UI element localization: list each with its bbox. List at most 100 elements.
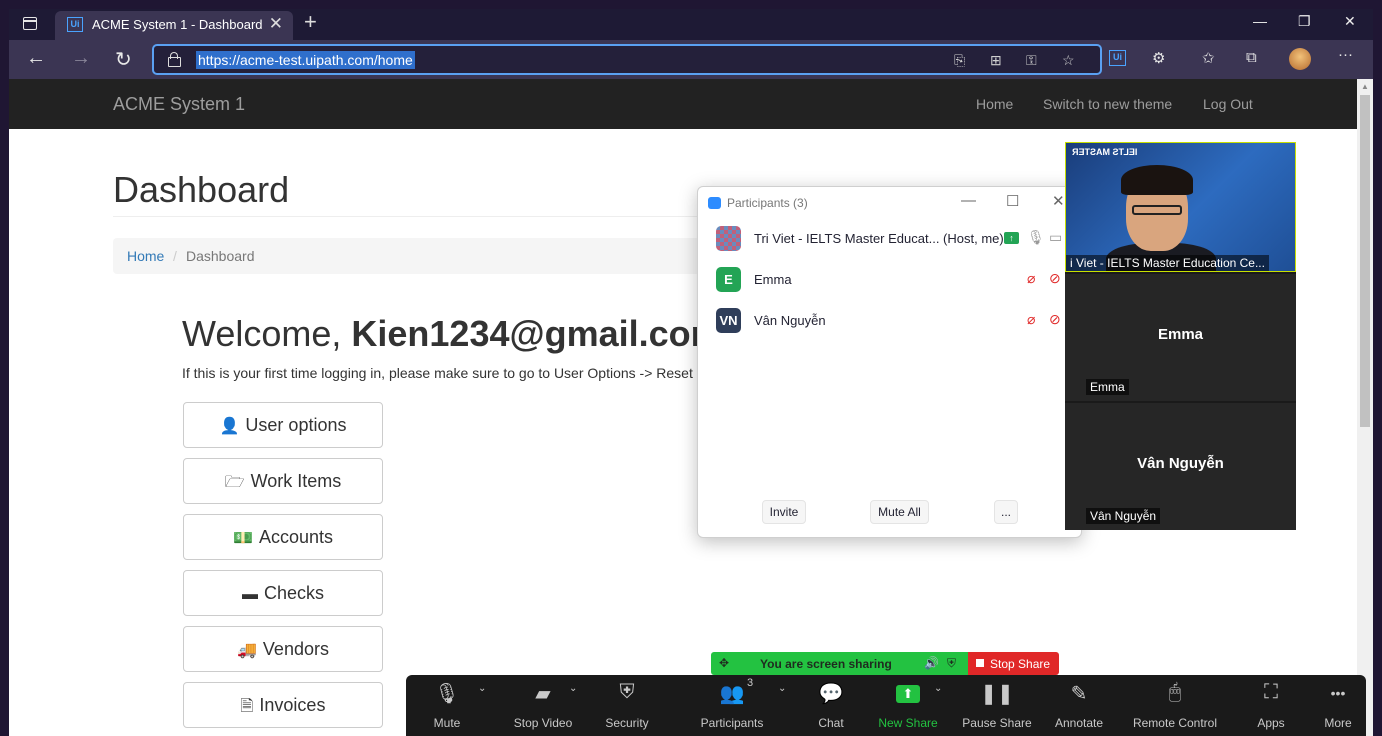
favorites-icon[interactable]: ✩ (1202, 49, 1215, 67)
mute-all-button[interactable]: Mute All (870, 500, 929, 524)
chevron-down-icon[interactable]: ⌄ (569, 683, 577, 694)
screen-sharing-banner[interactable]: ✥ You are screen sharing 🔊 ⛨ (711, 652, 968, 675)
video-off-icon[interactable]: ⊘ (1049, 311, 1061, 328)
checks-button[interactable]: ▬ Checks (183, 570, 383, 616)
site-brand[interactable]: ACME System 1 (113, 94, 245, 115)
participants-icon: 👥 (719, 683, 745, 705)
more-button[interactable]: ••• More (1313, 675, 1363, 736)
video-off-icon[interactable]: ⊘ (1049, 270, 1061, 287)
menu-label: Checks (263, 583, 325, 603)
remote-control-button[interactable]: 🖱 Remote Control (1120, 675, 1230, 736)
microphone-icon[interactable]: 🎙 (1027, 229, 1045, 246)
vendors-button[interactable]: 🚚 Vendors (183, 626, 383, 672)
mouse-icon: 🖱 (1169, 681, 1181, 703)
user-icon: 👤 (219, 418, 240, 435)
nav-switch-theme-link[interactable]: Switch to new theme (1043, 96, 1172, 112)
participant-name: Tri Viet - IELTS Master Educat... (Host,… (754, 231, 1004, 246)
zoom-toolbar: 🎙 Mute ⌄ ▰ Stop Video ⌄ ⛨ Security 👥 3 P… (406, 675, 1366, 736)
microphone-muted-icon[interactable]: ⌀ (1027, 270, 1035, 287)
video-tile[interactable]: Vân Nguyễn Vân Nguyễn (1065, 403, 1296, 530)
key-icon[interactable]: ⚿ (1026, 52, 1037, 69)
video-person-hair (1121, 165, 1193, 195)
nav-home-link[interactable]: Home (976, 96, 1013, 112)
restore-icon[interactable]: ❐ (1298, 13, 1311, 30)
pause-share-button[interactable]: ❚❚ Pause Share (951, 675, 1043, 736)
page-scrollbar[interactable]: ▲ (1357, 79, 1373, 736)
scrollbar-thumb[interactable] (1360, 95, 1370, 427)
back-icon[interactable]: ← (26, 47, 46, 70)
security-button[interactable]: ⛨ Security (590, 675, 664, 736)
breadcrumb-home-link[interactable]: Home (127, 248, 164, 264)
apps-button[interactable]: ⛶ Apps (1241, 675, 1301, 736)
chevron-down-icon[interactable]: ⌄ (934, 683, 942, 694)
work-items-button[interactable]: 🗁 Work Items (183, 458, 383, 504)
close-icon[interactable]: ✕ (1052, 192, 1065, 210)
annotate-button[interactable]: ✎ Annotate (1041, 675, 1117, 736)
chevron-down-icon[interactable]: ⌄ (478, 683, 486, 694)
extensions-icon[interactable]: ⚙ (1152, 49, 1165, 67)
url-text[interactable]: https://acme-test.uipath.com/home (196, 51, 415, 69)
pause-icon: ❚❚ (980, 683, 1014, 705)
maximize-icon[interactable]: ☐ (1006, 192, 1019, 210)
stop-share-button[interactable]: Stop Share (968, 652, 1059, 675)
more-options-button[interactable]: ... (994, 500, 1018, 524)
participant-row[interactable]: VN Vân Nguyễn ⌀ ⊘ (698, 304, 1083, 338)
read-aloud-icon[interactable]: ⎘ (954, 52, 965, 69)
accounts-button[interactable]: 💵 Accounts (183, 514, 383, 560)
welcome-user: Kien1234@gmail.com (351, 313, 723, 354)
shield-check-icon: ⛨ (947, 656, 957, 670)
uipath-extension-icon[interactable]: Ui (1109, 50, 1126, 66)
self-video-tile[interactable]: IELTS MASTER i Viet - IELTS Master Educa… (1065, 142, 1296, 272)
forward-icon[interactable]: → (71, 47, 91, 70)
credit-card-icon: ▬ (241, 586, 258, 603)
scroll-up-icon[interactable]: ▲ (1361, 82, 1369, 91)
truck-icon: 🚚 (237, 642, 257, 659)
apps-icon: ⛶ (1264, 681, 1278, 703)
drag-handle-icon[interactable]: ✥ (719, 656, 729, 670)
profile-avatar[interactable] (1289, 48, 1311, 70)
video-tile[interactable]: Emma Emma (1065, 274, 1296, 401)
microphone-muted-icon[interactable]: ⌀ (1027, 311, 1035, 328)
minimize-icon[interactable]: — (961, 192, 976, 209)
participant-row[interactable]: Tri Viet - IELTS Master Educat... (Host,… (698, 222, 1083, 256)
avatar (716, 226, 741, 251)
share-screen-icon: ⬆ (896, 685, 920, 703)
invite-button[interactable]: Invite (762, 500, 806, 524)
toolbar-label: More (1324, 716, 1352, 730)
mute-button[interactable]: 🎙 Mute (420, 675, 474, 736)
chevron-down-icon[interactable]: ⌄ (778, 683, 786, 694)
toolbar-label: Security (605, 716, 649, 730)
screen: Ui ACME System 1 - Dashboard ✕ + — ❐ ✕ ←… (9, 9, 1373, 736)
apps-grid-icon[interactable]: ⊞ (990, 52, 1002, 69)
browser-toolbar: ← → ↻ https://acme-test.uipath.com/home … (9, 40, 1373, 79)
toolbar-label: New Share (878, 716, 938, 730)
toolbar-label: Stop Video (513, 716, 573, 730)
browser-tab[interactable]: Ui ACME System 1 - Dashboard ✕ (55, 11, 293, 40)
browser-tab-bar: Ui ACME System 1 - Dashboard ✕ + — ❐ ✕ (9, 9, 1373, 40)
ielts-logo: IELTS MASTER (1072, 147, 1138, 157)
nav-logout-link[interactable]: Log Out (1203, 96, 1253, 112)
tab-close-icon[interactable]: ✕ (269, 14, 283, 34)
user-options-button[interactable]: 👤 User options (183, 402, 383, 448)
video-person-glasses (1132, 205, 1182, 215)
participant-name: Vân Nguyễn (754, 313, 826, 328)
zoom-icon (708, 197, 721, 209)
more-icon: ••• (1330, 685, 1346, 701)
participants-button[interactable]: 👥 3 Participants (686, 675, 778, 736)
lock-icon[interactable] (168, 52, 181, 67)
stop-share-label: Stop Share (990, 657, 1051, 671)
invoices-button[interactable]: 🗎 Invoices (183, 682, 383, 728)
tab-actions-icon[interactable] (23, 17, 37, 30)
new-tab-icon[interactable]: + (304, 9, 317, 35)
minimize-icon[interactable]: — (1253, 13, 1267, 29)
reload-icon[interactable]: ↻ (115, 47, 132, 72)
address-bar[interactable]: https://acme-test.uipath.com/home ⎘ ⊞ ⚿ … (152, 44, 1102, 75)
site-navbar: ACME System 1 Home Switch to new theme L… (9, 79, 1357, 129)
window-close-icon[interactable]: ✕ (1344, 13, 1356, 30)
participant-row[interactable]: E Emma ⌀ ⊘ (698, 263, 1083, 297)
favorite-star-icon[interactable]: ☆ (1062, 52, 1075, 69)
more-icon[interactable]: ··· (1338, 46, 1353, 63)
chat-button[interactable]: 💬 Chat (801, 675, 861, 736)
collections-icon[interactable]: ⧉ (1246, 49, 1257, 66)
video-camera-icon[interactable]: ▭ (1049, 229, 1062, 246)
